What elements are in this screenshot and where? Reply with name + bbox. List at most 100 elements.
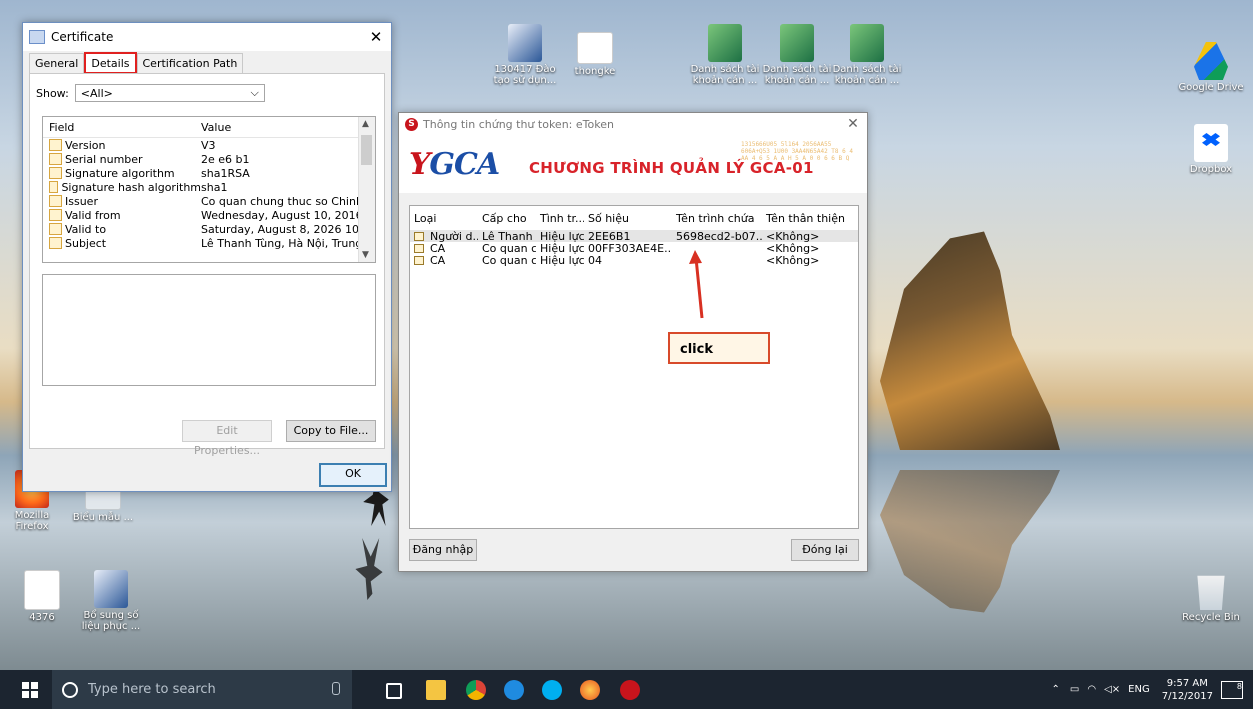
desktop-icon-bo-sung[interactable]: Bổ sung số liệu phục ... [76, 570, 146, 632]
fields-list[interactable]: Field Value Version V3 Serial number 2e e6… [42, 116, 376, 263]
certificate-icon [29, 30, 45, 44]
desktop-icon-thongke[interactable]: thongke [556, 24, 634, 77]
table-row[interactable]: CA Co quan c... Hiệu lực 04 <Không> [410, 254, 858, 267]
dropbox-icon [1194, 124, 1228, 162]
desktop-icon-recycle-bin[interactable]: Recycle Bin [1172, 572, 1250, 623]
list-item[interactable]: Serial number 2e e6 b1 [43, 152, 375, 166]
certificate-title: Certificate [51, 30, 114, 44]
excel-icon [780, 24, 814, 62]
token-titlebar[interactable]: S Thông tin chứng thư token: eToken ✕ [399, 113, 867, 135]
show-select[interactable]: <All> ⌵ [74, 84, 265, 102]
clock-date: 7/12/2017 [1161, 690, 1213, 702]
desktop-icon-excel-1[interactable]: Danh sách tài khoản cán ... [686, 24, 764, 86]
rock-reflection [880, 470, 1060, 613]
desktop-icon-excel-3[interactable]: Danh sách tài khoản cán ... [828, 24, 906, 86]
field-icon [49, 195, 62, 207]
list-item[interactable]: Version V3 [43, 138, 375, 152]
cortana-icon [62, 681, 78, 698]
close-button[interactable]: Đóng lại [791, 539, 859, 561]
file-explorer-icon[interactable] [426, 680, 446, 700]
close-icon[interactable]: ✕ [839, 116, 867, 132]
field-icon [49, 237, 62, 249]
column-status[interactable]: Tình tr... [536, 212, 584, 225]
tab-details[interactable]: Details [84, 52, 137, 74]
token-certificate-window: S Thông tin chứng thư token: eToken ✕ YG… [398, 112, 868, 572]
language-indicator[interactable]: ENG [1128, 684, 1150, 695]
clock-time: 9:57 AM [1166, 677, 1208, 689]
list-item[interactable]: Signature hash algorithm sha1 [43, 180, 375, 194]
field-icon [49, 139, 62, 151]
certificate-icon [414, 243, 424, 253]
certificate-list[interactable]: Loại Cấp cho Tình tr... Số hiệu Tên trìn… [409, 205, 859, 529]
field-icon [49, 167, 62, 179]
excel-icon [708, 24, 742, 62]
field-icon [49, 209, 62, 221]
skype-icon[interactable] [542, 680, 562, 700]
file-icon [577, 32, 613, 64]
edit-properties-button[interactable]: Edit Properties... [182, 420, 272, 457]
chevron-up-icon[interactable]: ⌃ [1052, 684, 1060, 695]
tab-general[interactable]: General [29, 53, 85, 73]
taskbar-search[interactable]: Type here to search [52, 670, 352, 709]
login-button[interactable]: Đăng nhập [409, 539, 477, 561]
field-icon [49, 153, 62, 165]
search-placeholder: Type here to search [88, 682, 216, 697]
show-select-value: <All> [80, 86, 113, 100]
certificate-list-header: Loại Cấp cho Tình tr... Số hiệu Tên trìn… [410, 206, 858, 230]
copy-to-file-button[interactable]: Copy to File... [286, 420, 376, 442]
scroll-up-icon[interactable]: ▲ [362, 119, 369, 129]
table-row[interactable]: Người d... Lê Thanh ... Hiệu lực 2EE6B1 … [410, 230, 858, 243]
banner-digits-decoration: 1315666U05 5l164 2056AA55 606A+Q53 1U00 … [741, 141, 853, 162]
column-friendly-name[interactable]: Tên thân thiện [762, 212, 846, 225]
table-row[interactable]: CA Co quan c... Hiệu lực 00FF303AE4E... … [410, 242, 858, 255]
edge-icon[interactable] [504, 680, 524, 700]
runner-reflection [355, 538, 383, 600]
start-button[interactable] [10, 670, 50, 709]
windows-logo-icon [22, 681, 38, 698]
task-view-icon[interactable] [386, 683, 402, 699]
list-item[interactable]: Valid from Wednesday, August 10, 2016 ... [43, 208, 375, 222]
column-type[interactable]: Loại [410, 212, 478, 225]
taskbar: Type here to search ⌃ ▭ ◠ ◁× ENG 9:57 AM… [0, 670, 1253, 709]
certificate-titlebar[interactable]: Certificate ✕ [23, 23, 391, 51]
recycle-bin-icon [1197, 575, 1225, 610]
scroll-thumb[interactable] [361, 135, 372, 165]
close-icon[interactable]: ✕ [361, 28, 391, 46]
column-field[interactable]: Field [43, 121, 201, 134]
certificate-tabs: General Details Certification Path [29, 52, 244, 74]
field-icon [49, 223, 62, 235]
list-item[interactable]: Subject Lê Thanh Tùng, Hà Nội, Trung... [43, 236, 375, 250]
desktop-icon-excel-2[interactable]: Danh sách tài khoản cán ... [758, 24, 836, 86]
desktop-icon-google-drive[interactable]: Google Drive [1172, 42, 1250, 93]
desktop-icon-4376[interactable]: 4376 [12, 570, 72, 623]
column-issued-to[interactable]: Cấp cho [478, 212, 536, 225]
ok-button[interactable]: OK [319, 463, 387, 487]
battery-icon[interactable]: ▭ [1070, 684, 1079, 695]
firefox-icon[interactable] [580, 680, 600, 700]
list-item[interactable]: Valid to Saturday, August 8, 2026 10:... [43, 222, 375, 236]
tab-certification-path[interactable]: Certification Path [136, 53, 244, 73]
chrome-icon[interactable] [466, 680, 486, 700]
gca-app-icon[interactable] [620, 680, 640, 700]
field-value-textbox[interactable] [42, 274, 376, 386]
column-serial[interactable]: Số hiệu [584, 212, 672, 225]
scroll-down-icon[interactable]: ▼ [362, 250, 369, 260]
gca-banner: YGCA CHƯƠNG TRÌNH QUẢN LÝ GCA-01 1315666… [399, 135, 867, 193]
certificate-icon [414, 231, 424, 241]
sea-rock [880, 231, 1060, 450]
show-label: Show: [36, 86, 69, 100]
wifi-icon[interactable]: ◠ [1087, 684, 1096, 695]
notification-icon[interactable]: 8 [1221, 680, 1243, 699]
desktop-icon-dropbox[interactable]: Dropbox [1172, 124, 1250, 175]
details-panel: Show: <All> ⌵ Field Value Version V3 Seri… [29, 73, 385, 457]
list-item[interactable]: Issuer Co quan chung thuc so Chinh ... [43, 194, 375, 208]
field-icon [49, 181, 59, 193]
column-container[interactable]: Tên trình chứa [672, 212, 762, 225]
list-item[interactable]: Signature algorithm sha1RSA [43, 166, 375, 180]
fields-scrollbar[interactable]: ▲ ▼ [358, 117, 375, 262]
microphone-icon[interactable] [332, 682, 340, 695]
volume-icon[interactable]: ◁× [1104, 684, 1120, 695]
desktop-icon-word-doc[interactable]: 130417 Đào tạo sử dụn... [486, 24, 564, 86]
column-value[interactable]: Value [201, 121, 361, 134]
clock[interactable]: 9:57 AM 7/12/2017 [1162, 677, 1213, 703]
